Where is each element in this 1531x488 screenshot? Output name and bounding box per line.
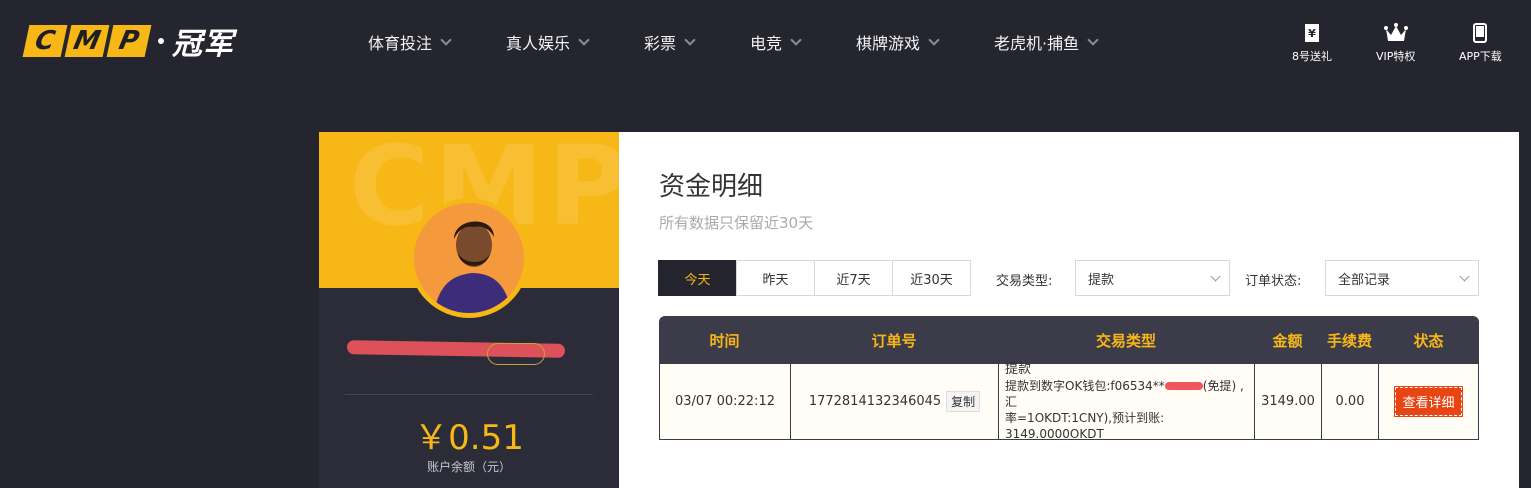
redacted-text bbox=[1164, 382, 1203, 390]
transactions-table: 时间 订单号 交易类型 金额 手续费 状态 03/07 00:22:12 177… bbox=[659, 316, 1479, 441]
table-row: 03/07 00:22:12 1772814132346045 复制 提款 提款… bbox=[659, 361, 1479, 441]
column-header: 订单号 bbox=[871, 331, 917, 350]
account-balance: ￥0.51 bbox=[414, 418, 524, 458]
phone-icon bbox=[1473, 22, 1488, 44]
chevron-down-icon bbox=[790, 33, 802, 46]
fund-details-panel: 资金明细 所有数据只保留近30天 今天 昨天 近7天 近30天 交易类型: 提款… bbox=[619, 132, 1519, 488]
cell-fee: 0.00 bbox=[1322, 364, 1379, 439]
tab-last-30-days[interactable]: 近30天 bbox=[892, 260, 971, 296]
logo-dot bbox=[158, 38, 164, 44]
nav-item-slots-fishing[interactable]: 老虎机·捕鱼 bbox=[994, 30, 1114, 54]
nav-item-esports[interactable]: 电竞 bbox=[750, 30, 856, 54]
nav-item-live-casino[interactable]: 真人娱乐 bbox=[506, 30, 644, 54]
gift-ticket-icon: ¥ bbox=[1304, 22, 1320, 44]
select-value: 提款 bbox=[1088, 272, 1115, 288]
type-detail-line: 3149.0000OKDT bbox=[1005, 426, 1104, 441]
nav-label: 棋牌游戏 bbox=[856, 34, 921, 53]
util-label: VIP特权 bbox=[1376, 50, 1416, 63]
cell-transaction-type: 提款 提款到数字OK钱包:f06534** (免提) ,汇 率=1OKDT:1CN… bbox=[999, 361, 1255, 441]
logo-cn-text: 冠军 bbox=[172, 27, 234, 62]
avatar[interactable] bbox=[409, 198, 529, 318]
util-gift[interactable]: ¥ 8号送礼 bbox=[1292, 22, 1332, 64]
top-header: CMP 冠军 体育投注 真人娱乐 彩票 电竞 棋牌游戏 老虎机·捕鱼 ¥ 8号送… bbox=[0, 0, 1531, 84]
profile-panel: CMP ￥0.51 账户余额（元） bbox=[319, 132, 619, 488]
cell-time: 03/07 00:22:12 bbox=[660, 364, 791, 439]
order-number: 1772814132346045 bbox=[808, 394, 942, 409]
table-header: 时间 订单号 交易类型 金额 手续费 状态 bbox=[659, 316, 1479, 364]
type-detail-line: 率=1OKDT:1CNY),预计到账: bbox=[1005, 410, 1165, 425]
nav-label: 体育投注 bbox=[368, 34, 433, 53]
cell-order-no: 1772814132346045 复制 bbox=[791, 364, 999, 439]
view-details-button[interactable]: 查看详细 bbox=[1394, 386, 1463, 417]
cell-amount: 3149.00 bbox=[1255, 364, 1322, 439]
select-value: 全部记录 bbox=[1338, 272, 1391, 288]
util-label: APP下载 bbox=[1459, 50, 1502, 63]
type-detail-prefix: 提款到数字OK钱包:f06534** bbox=[1005, 378, 1165, 393]
chevron-down-icon bbox=[1459, 271, 1470, 282]
tab-last-7-days[interactable]: 近7天 bbox=[814, 260, 893, 296]
tab-today[interactable]: 今天 bbox=[658, 260, 737, 296]
page-title: 资金明细 bbox=[659, 172, 764, 202]
column-header: 金额 bbox=[1272, 331, 1303, 350]
chevron-down-icon bbox=[440, 33, 452, 46]
type-title: 提款 bbox=[1005, 361, 1032, 377]
svg-text:¥: ¥ bbox=[1308, 27, 1316, 40]
order-status-select[interactable]: 全部记录 bbox=[1325, 260, 1479, 296]
nav-item-sports[interactable]: 体育投注 bbox=[368, 30, 506, 54]
chevron-down-icon bbox=[928, 33, 940, 46]
util-label: 8号送礼 bbox=[1292, 50, 1332, 63]
util-app-download[interactable]: APP下载 bbox=[1459, 22, 1502, 64]
site-logo[interactable]: CMP 冠军 bbox=[22, 24, 234, 62]
transaction-type-label: 交易类型: bbox=[996, 274, 1053, 289]
main-nav: 体育投注 真人娱乐 彩票 电竞 棋牌游戏 老虎机·捕鱼 bbox=[368, 30, 1114, 54]
nav-label: 彩票 bbox=[644, 34, 677, 53]
vip-level-badge bbox=[487, 343, 545, 365]
date-range-tabs: 今天 昨天 近7天 近30天 bbox=[658, 260, 971, 296]
column-header: 交易类型 bbox=[1095, 331, 1156, 350]
transaction-type-select[interactable]: 提款 bbox=[1075, 260, 1230, 296]
column-header: 时间 bbox=[709, 331, 740, 350]
logo-cmp-mark: CMP bbox=[22, 25, 152, 57]
nav-label: 老虎机·捕鱼 bbox=[994, 34, 1080, 53]
page-subtitle: 所有数据只保留近30天 bbox=[659, 214, 814, 232]
chevron-down-icon bbox=[1210, 271, 1221, 282]
chevron-down-icon bbox=[578, 33, 590, 46]
chevron-down-icon bbox=[1087, 33, 1099, 46]
crown-icon bbox=[1383, 22, 1408, 44]
nav-item-lottery[interactable]: 彩票 bbox=[644, 30, 750, 54]
chevron-down-icon bbox=[684, 33, 696, 46]
balance-label: 账户余额（元） bbox=[426, 460, 511, 474]
column-header: 状态 bbox=[1413, 331, 1444, 350]
order-status-label: 订单状态: bbox=[1245, 274, 1302, 289]
divider bbox=[345, 394, 593, 395]
type-detail-line: 提款到数字OK钱包:f06534** (免提) ,汇 bbox=[1005, 378, 1254, 410]
copy-button[interactable]: 复制 bbox=[946, 391, 981, 412]
nav-item-card-games[interactable]: 棋牌游戏 bbox=[856, 30, 994, 54]
util-vip[interactable]: VIP特权 bbox=[1376, 22, 1415, 64]
nav-label: 真人娱乐 bbox=[506, 34, 571, 53]
cell-status: 查看详细 bbox=[1379, 364, 1478, 439]
tab-yesterday[interactable]: 昨天 bbox=[736, 260, 815, 296]
column-header: 手续费 bbox=[1326, 331, 1372, 350]
nav-label: 电竞 bbox=[750, 34, 783, 53]
